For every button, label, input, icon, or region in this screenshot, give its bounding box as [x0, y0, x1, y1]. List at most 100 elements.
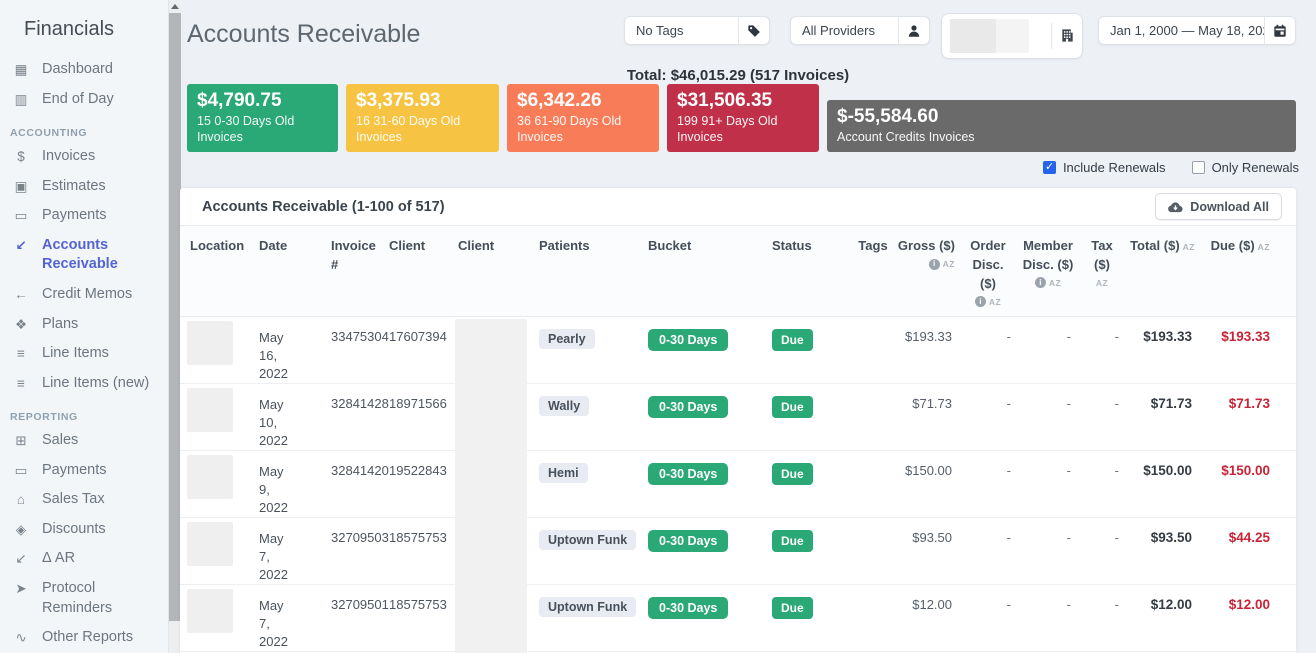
sidebar-item-payments[interactable]: ▭ Payments [0, 456, 168, 486]
info-icon: i [1035, 277, 1046, 288]
card-amount: $31,506.35 [677, 89, 809, 113]
table-row[interactable]: May 16, 2022 33475304 17607394 Pearly 0-… [180, 317, 1296, 384]
sort-az-icon: AZ [1096, 277, 1108, 289]
info-icon: i [929, 259, 940, 270]
col-status: Status [769, 237, 853, 308]
sidebar-item-label: Payments [42, 206, 106, 226]
col-order-disc-sortable[interactable]: Order Disc. ($) iAZ [958, 237, 1018, 308]
tags-filter-value: No Tags [625, 23, 738, 38]
tags-filter[interactable]: No Tags [624, 16, 770, 45]
cell-total: $12.00 [1126, 585, 1198, 653]
sidebar-item-label: Other Reports [42, 628, 133, 648]
download-all-button[interactable]: Download All [1155, 193, 1282, 220]
col-member-disc-sortable[interactable]: Member Disc. ($) iAZ [1018, 237, 1078, 308]
col-gross-sortable[interactable]: Gross ($) iAZ [893, 237, 958, 308]
sort-az-icon: AZ [1258, 241, 1270, 253]
sidebar-item-line-items-new[interactable]: ≡ Line Items (new) [0, 369, 168, 399]
card-label: 36 61-90 Days Old Invoices [517, 113, 649, 146]
card-0-30-days[interactable]: $4,790.75 15 0-30 Days Old Invoices [187, 84, 338, 152]
sidebar-item-label: Estimates [42, 177, 106, 197]
sidebar-item-label: Invoices [42, 147, 95, 167]
cell-client-id[interactable]: 18575753 [385, 585, 455, 653]
sidebar-item-sales-tax[interactable]: ⌂Sales Tax [0, 485, 168, 515]
date-range-filter[interactable]: Jan 1, 2000 — May 18, 2022 [1098, 16, 1296, 45]
only-renewals-checkbox[interactable]: Only Renewals [1192, 160, 1299, 175]
col-patients: Patients [537, 237, 645, 308]
status-badge: Due [772, 530, 813, 552]
table-body: May 16, 2022 33475304 17607394 Pearly 0-… [180, 317, 1296, 652]
arrow-down-left-icon: ↙ [10, 236, 32, 255]
sidebar-item-estimates[interactable]: ▣ Estimates [0, 172, 168, 202]
sidebar-item-label: Sales [42, 431, 78, 451]
table-row[interactable]: May 7, 2022 32709503 18575753 Uptown Fun… [180, 518, 1296, 585]
sidebar-item-label: Discounts [42, 520, 106, 540]
tag-icon [738, 17, 769, 44]
card-91-plus-days[interactable]: $31,506.35 199 91+ Days Old Invoices [667, 84, 819, 152]
table-row[interactable]: May 10, 2022 32841428 18971566 Wally 0-3… [180, 384, 1296, 451]
accounts-receivable-table: Accounts Receivable (1-100 of 517) Downl… [180, 188, 1296, 653]
sidebar-item-credit-memos[interactable]: ←Credit Memos [0, 280, 168, 310]
sidebar-item-label: Line Items [42, 344, 109, 364]
sidebar-item-discounts[interactable]: ◈Discounts [0, 515, 168, 545]
cell-invoice-number[interactable]: 32709501 [322, 585, 385, 653]
sidebar-item-sales[interactable]: ⊞Sales [0, 426, 168, 456]
patient-pill[interactable]: Uptown Funk [539, 530, 636, 550]
send-icon: ➤ [10, 579, 32, 598]
sidebar-item-end-of-day[interactable]: ▥End of Day [0, 85, 168, 115]
credit-card-icon: ▭ [10, 461, 32, 480]
sidebar-item-ar[interactable]: ↙Δ AR [0, 544, 168, 574]
list-icon: ≡ [10, 344, 32, 363]
patient-pill[interactable]: Hemi [539, 463, 588, 483]
sidebar-item-line-items[interactable]: ≡ Line Items [0, 339, 168, 369]
table-title: Accounts Receivable (1-100 of 517) [202, 199, 445, 215]
card-61-90-days[interactable]: $6,342.26 36 61-90 Days Old Invoices [507, 84, 659, 152]
up-arrow-icon [171, 4, 179, 9]
sort-az-icon: AZ [1049, 277, 1061, 289]
table-row[interactable]: May 7, 2022 32709501 18575753 Uptown Fun… [180, 585, 1296, 652]
location-filter[interactable] [941, 13, 1083, 59]
cell-tax: - [1078, 585, 1126, 653]
page-title: Accounts Receivable [187, 20, 420, 49]
sidebar-item-label: Credit Memos [42, 285, 132, 305]
status-badge: Due [772, 597, 813, 619]
sidebar-item-label: Line Items (new) [42, 374, 149, 394]
sidebar-item-payments[interactable]: ▭ Payments [0, 201, 168, 231]
col-location: Location [187, 237, 252, 308]
estimate-document-icon: ▣ [10, 177, 32, 196]
only-renewals-label: Only Renewals [1212, 160, 1299, 175]
col-tax-sortable[interactable]: Tax ($) AZ [1078, 237, 1126, 308]
card-31-60-days[interactable]: $3,375.93 16 31-60 Days Old Invoices [346, 84, 499, 152]
card-label: 16 31-60 Days Old Invoices [356, 113, 489, 146]
providers-filter[interactable]: All Providers [790, 16, 930, 45]
credit-card-icon: ▭ [10, 206, 32, 225]
cell-due: $12.00 [1198, 585, 1282, 653]
dashboard-icon: ▦ [10, 60, 32, 79]
sidebar-item-other-reports[interactable]: ∿Other Reports [0, 623, 168, 653]
table-row[interactable]: May 9, 2022 32841420 19522843 Hemi 0-30 … [180, 451, 1296, 518]
checkbox-checked-icon [1043, 161, 1056, 174]
col-date: Date [252, 237, 322, 308]
patient-pill[interactable]: Uptown Funk [539, 597, 636, 617]
sidebar-item-dashboard[interactable]: ▦Dashboard [0, 55, 168, 85]
sidebar-item-invoices[interactable]: $Invoices [0, 142, 168, 172]
col-due-sortable[interactable]: Due ($)AZ [1198, 237, 1282, 308]
bar-chart-icon: ▥ [10, 90, 32, 109]
status-badge: Due [772, 463, 813, 485]
sidebar-item-label: Accounts Receivable [42, 236, 162, 275]
sidebar-item-label: Payments [42, 461, 106, 481]
sort-az-icon: AZ [989, 296, 1001, 308]
patient-pill[interactable]: Wally [539, 396, 589, 416]
patient-pill[interactable]: Pearly [539, 329, 595, 349]
redacted-location-value [950, 19, 1029, 53]
cell-order-disc: - [958, 585, 1018, 653]
scrollbar-track [168, 0, 180, 653]
list-icon: ≡ [10, 374, 32, 393]
card-account-credits[interactable]: $-55,584.60 Account Credits Invoices [827, 100, 1296, 152]
date-range-value: Jan 1, 2000 — May 18, 2022 [1099, 23, 1264, 38]
sidebar: Financials ▦Dashboard▥End of DayACCOUNTI… [0, 0, 168, 653]
sidebar-item-protocol-reminders[interactable]: ➤Protocol Reminders [0, 574, 168, 623]
sidebar-item-accounts-receivable[interactable]: ↙ Accounts Receivable [0, 231, 168, 280]
col-total-sortable[interactable]: Total ($)AZ [1126, 237, 1198, 308]
include-renewals-checkbox[interactable]: Include Renewals [1043, 160, 1166, 175]
sidebar-item-plans[interactable]: ❖Plans [0, 310, 168, 340]
